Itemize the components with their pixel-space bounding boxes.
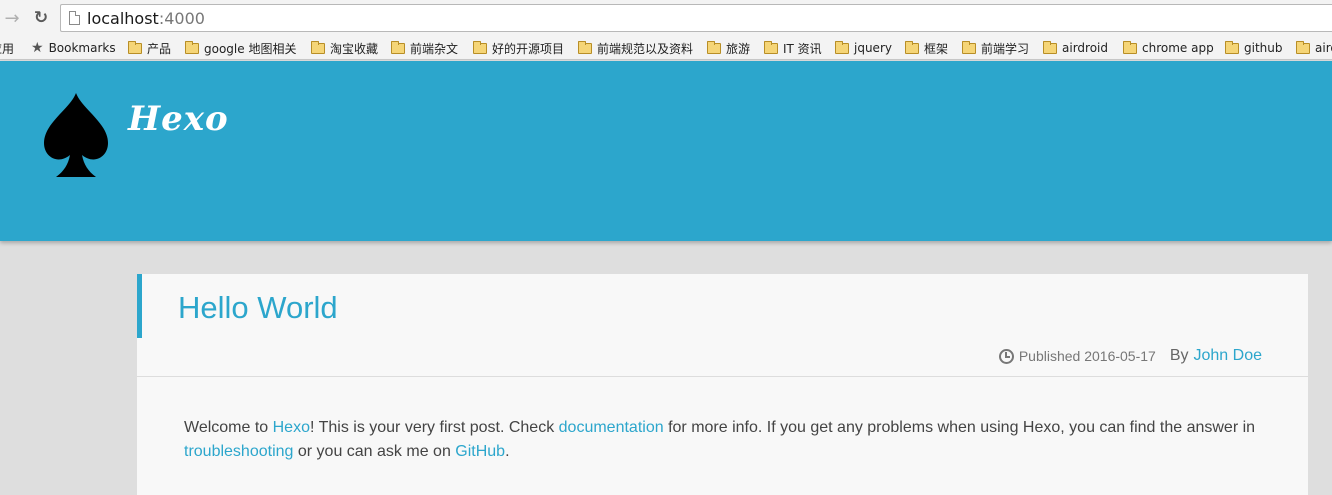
forward-arrow-icon[interactable]: →	[2, 8, 22, 29]
url-text[interactable]: localhost:4000	[87, 9, 205, 28]
bookmark-bookmarks[interactable]: ★ Bookmarks	[31, 39, 116, 57]
folder-icon	[764, 40, 778, 54]
site-logo-text[interactable]: Hexo	[128, 99, 229, 139]
spade-logo-icon[interactable]	[40, 91, 112, 181]
page-icon	[69, 11, 80, 25]
folder-icon	[905, 40, 919, 54]
bookmark-folder[interactable]: 前端规范以及资料	[578, 39, 693, 57]
bookmark-folder[interactable]: 产品	[128, 39, 171, 57]
folder-icon	[185, 40, 199, 54]
bookmark-folder[interactable]: 旅游	[707, 39, 750, 57]
by-label: By	[1169, 347, 1189, 364]
address-bar[interactable]: localhost:4000	[60, 4, 1332, 32]
bookmark-folder[interactable]: 前端杂文	[391, 39, 458, 57]
bookmark-folder[interactable]: 框架	[905, 39, 948, 57]
bookmarks-bar: 应用 ★Bookmarks 产品 google 地图相关 淘宝收藏 前端杂文 好…	[0, 36, 1332, 60]
folder-icon	[473, 40, 487, 54]
site-header: Hexo	[0, 61, 1332, 241]
folder-icon	[962, 40, 976, 54]
troubleshooting-link[interactable]: troubleshooting	[184, 443, 293, 460]
bookmark-folder[interactable]: 好的开源项目	[473, 39, 564, 57]
folder-icon	[1043, 40, 1057, 54]
bookmark-apps[interactable]: 应用	[0, 39, 14, 57]
post-title[interactable]: Hello World	[178, 290, 338, 326]
bookmark-folder[interactable]: IT 资讯	[764, 39, 822, 57]
bookmark-folder[interactable]: airdroid	[1043, 39, 1108, 57]
folder-icon	[707, 40, 721, 54]
post-body: Welcome to Hexo! This is your very first…	[184, 419, 1256, 460]
folder-icon	[1123, 40, 1137, 54]
published-date: Published 2016-05-17	[1018, 348, 1156, 364]
star-icon: ★	[31, 40, 44, 56]
clock-icon	[998, 348, 1014, 364]
bookmark-folder[interactable]: jquery	[835, 39, 892, 57]
bookmark-folder[interactable]: chrome app	[1123, 39, 1214, 57]
reload-icon[interactable]: ↻	[31, 8, 51, 28]
bookmark-folder[interactable]: github	[1225, 39, 1282, 57]
documentation-link[interactable]: documentation	[559, 419, 664, 436]
folder-icon	[128, 40, 142, 54]
folder-icon	[311, 40, 325, 54]
bookmark-folder[interactable]: 淘宝收藏	[311, 39, 378, 57]
bookmark-folder[interactable]: 前端学习	[962, 39, 1029, 57]
title-accent-bar	[137, 274, 142, 338]
divider	[137, 376, 1308, 377]
folder-icon	[1225, 40, 1239, 54]
folder-icon	[835, 40, 849, 54]
post-meta: Published 2016-05-17 By John Doe	[998, 347, 1263, 365]
github-link[interactable]: GitHub	[455, 443, 505, 460]
browser-toolbar: → ↻ localhost:4000	[0, 0, 1332, 36]
folder-icon	[1296, 40, 1310, 54]
bookmark-folder[interactable]: airdroid	[1296, 39, 1332, 57]
hexo-link[interactable]: Hexo	[273, 419, 310, 436]
folder-icon	[391, 40, 405, 54]
folder-icon	[578, 40, 592, 54]
bookmark-folder[interactable]: google 地图相关	[185, 39, 296, 57]
post-article: Hello World Published 2016-05-17 By John…	[137, 274, 1308, 495]
author-link[interactable]: John Doe	[1194, 347, 1263, 365]
